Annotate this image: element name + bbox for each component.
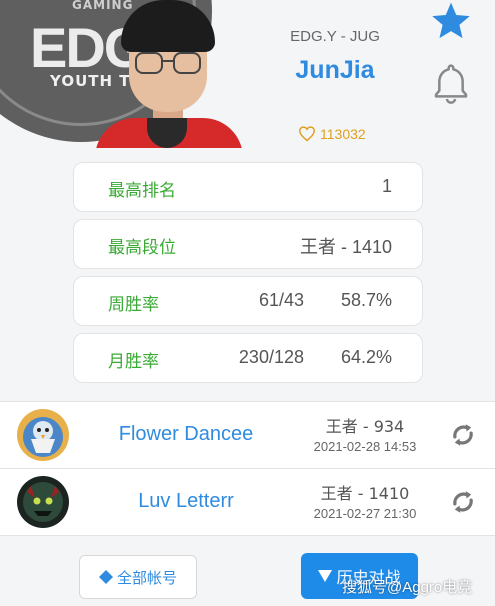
champion-avatar-blue [17,409,69,461]
account-rank: 王者 - 1410 [320,484,410,503]
player-name: JunJia [295,56,375,84]
stat-value-record: 230/128 [238,347,304,367]
all-accounts-button[interactable]: 全部帐号 [79,555,197,599]
stat-card-monthly-winrate: 月胜率 230/128 64.2% [73,333,423,383]
like-count: 113032 [320,126,366,142]
stat-card-highest-tier: 最高段位 王者 - 1410 [73,219,423,269]
team-role: EDG.Y - JUG [290,28,380,45]
account-name[interactable]: Luv Letterr [96,490,276,513]
stat-value: 1 [381,176,392,196]
stat-value-percent: 64.2% [340,347,392,367]
triangle-down-icon [318,570,333,582]
champion-avatar-dark [17,476,69,528]
stat-value-percent: 58.7% [340,290,392,310]
portrait-hair [121,0,215,52]
bell-icon[interactable] [431,62,471,106]
account-name[interactable]: Flower Dancee [96,423,276,446]
account-row[interactable]: Luv Letterr 王者 - 1410 2021-02-27 21:30 [0,469,495,535]
portrait-glasses-bridge [162,60,174,62]
stat-value-record: 61/43 [258,290,304,310]
portrait-glasses-right [173,52,201,74]
watermark: 搜狐号@Aggro电竞 [342,579,473,596]
refresh-icon[interactable] [448,487,478,517]
like-counter[interactable]: 113032 [298,126,366,142]
account-rank: 王者 - 934 [325,417,405,436]
stat-label: 月胜率 [108,352,159,372]
stat-label: 周胜率 [108,295,159,315]
diamond-icon [98,570,113,584]
portrait-glasses-left [135,52,163,74]
stat-card-highest-rank: 最高排名 1 [73,162,423,212]
stat-card-weekly-winrate: 周胜率 61/43 58.7% [73,276,423,326]
account-time: 2021-02-28 14:53 [313,439,417,454]
player-header: GAMING EDG YOUTH TE EDG.Y - JUG JunJia 1… [0,0,495,148]
stat-label: 最高段位 [108,238,176,258]
heart-icon [298,126,316,142]
account-row[interactable]: Flower Dancee 王者 - 934 2021-02-28 14:53 [0,402,495,468]
refresh-icon[interactable] [448,420,478,450]
stat-value: 王者 - 1410 [299,237,392,257]
account-time: 2021-02-27 21:30 [313,506,417,521]
player-portrait [95,0,243,148]
list-divider [0,535,495,536]
all-accounts-label: 全部帐号 [116,568,177,587]
star-icon[interactable] [430,0,472,42]
stat-label: 最高排名 [108,181,176,201]
